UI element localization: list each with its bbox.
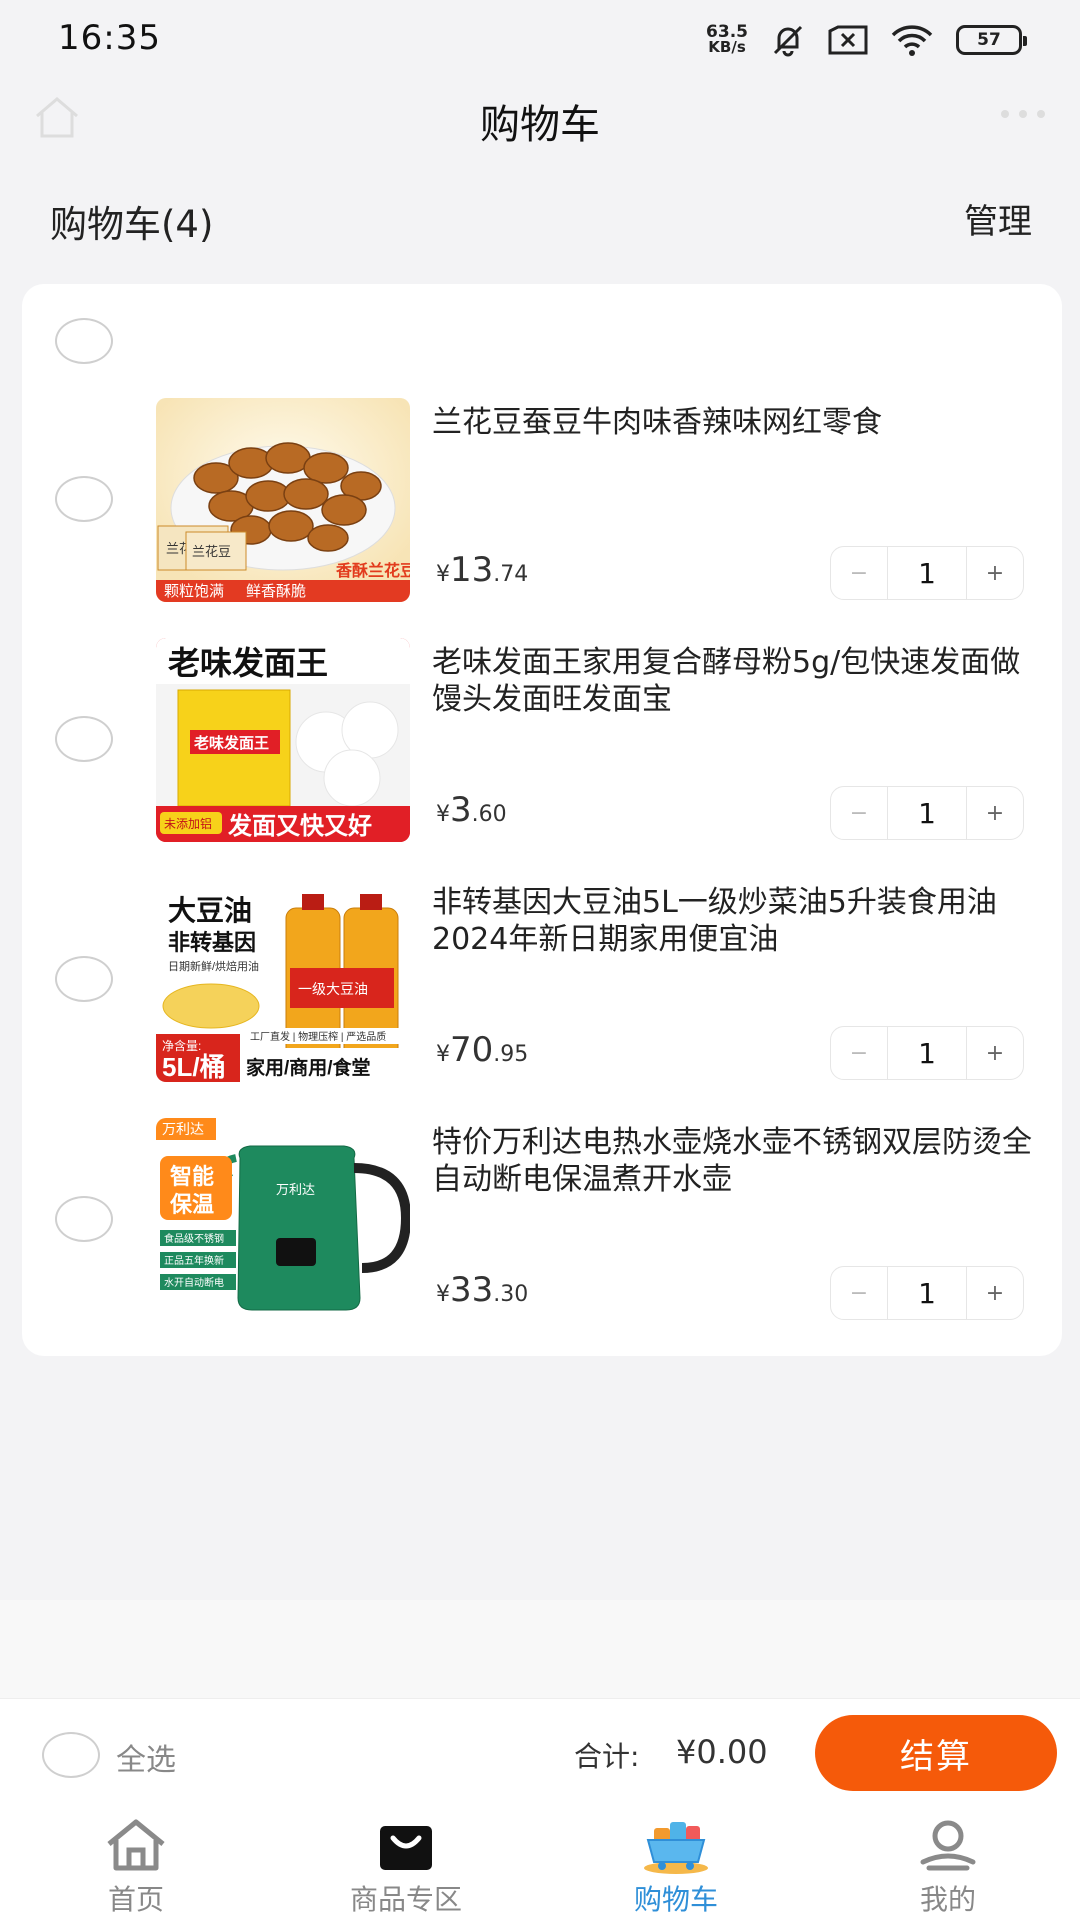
cart-header: 购物车(4) 管理 bbox=[0, 190, 1080, 250]
quantity-stepper: − 1 + bbox=[830, 786, 1024, 840]
svg-text:水开自动断电: 水开自动断电 bbox=[164, 1276, 224, 1289]
status-bar: 16:35 63.5 KB/s 57 bbox=[0, 0, 1080, 78]
tab-home[interactable]: 首页 bbox=[36, 1810, 236, 1920]
quantity-stepper: − 1 + bbox=[830, 1026, 1024, 1080]
product-image[interactable]: 兰花豆 兰花豆 香酥兰花豆 颗粒饱满 鲜香酥脆 bbox=[156, 398, 410, 602]
cart-item: 兰花豆 兰花豆 香酥兰花豆 颗粒饱满 鲜香酥脆 兰花豆蚕豆牛肉味香辣味网红零食 … bbox=[22, 398, 1062, 608]
quantity-value[interactable]: 1 bbox=[887, 547, 967, 599]
shop-select-checkbox[interactable] bbox=[55, 318, 113, 364]
more-icon[interactable] bbox=[998, 108, 1048, 120]
svg-text:老味发面王: 老味发面王 bbox=[193, 734, 269, 752]
svg-text:家用/商用/食堂: 家用/商用/食堂 bbox=[246, 1056, 371, 1079]
svg-text:万利达: 万利达 bbox=[276, 1182, 315, 1197]
product-image[interactable]: 大豆油 非转基因 日期新鲜/烘焙用油 一级大豆油 工厂直发 | 物理压榨 | 严… bbox=[156, 878, 410, 1082]
svg-text:保温: 保温 bbox=[169, 1192, 214, 1217]
tab-products[interactable]: 商品专区 bbox=[306, 1810, 506, 1920]
svg-text:净含量:: 净含量: bbox=[162, 1038, 201, 1053]
tab-label: 首页 bbox=[107, 1883, 164, 1916]
item-select-checkbox[interactable] bbox=[55, 716, 113, 762]
decrease-button[interactable]: − bbox=[831, 1027, 887, 1079]
total-value: ¥0.00 bbox=[676, 1733, 768, 1771]
tab-label: 商品专区 bbox=[349, 1883, 462, 1916]
svg-text:正品五年换新: 正品五年换新 bbox=[164, 1254, 224, 1267]
increase-button[interactable]: + bbox=[967, 1027, 1023, 1079]
product-name[interactable]: 老味发面王家用复合酵母粉5g/包快速发面做馒头发面旺发面宝 bbox=[432, 644, 1042, 718]
svg-text:颗粒饱满: 颗粒饱满 bbox=[164, 583, 224, 600]
svg-text:兰花豆: 兰花豆 bbox=[192, 544, 231, 559]
shopping-bag-icon bbox=[380, 1826, 432, 1870]
decrease-button[interactable]: − bbox=[831, 1267, 887, 1319]
product-price: ¥3.60 bbox=[436, 790, 507, 830]
product-price: ¥70.95 bbox=[436, 1030, 529, 1070]
cart-item: 大豆油 非转基因 日期新鲜/烘焙用油 一级大豆油 工厂直发 | 物理压榨 | 严… bbox=[22, 878, 1062, 1088]
svg-text:5L/桶: 5L/桶 bbox=[162, 1052, 226, 1082]
status-time: 16:35 bbox=[58, 18, 161, 58]
bottom-tab-bar: 首页 商品专区 购物车 我的 bbox=[0, 1810, 1080, 1920]
battery-indicator: 57 bbox=[956, 25, 1027, 55]
select-all-label[interactable]: 全选 bbox=[116, 1735, 176, 1779]
wifi-icon bbox=[891, 25, 933, 56]
increase-button[interactable]: + bbox=[967, 547, 1023, 599]
product-image[interactable]: 万利达 万利达 智能 保温 食品级不锈钢 正品五年换新 水开自动断电 bbox=[156, 1118, 410, 1322]
checkout-button[interactable]: 结算 bbox=[815, 1715, 1057, 1791]
svg-text:食品级不锈钢: 食品级不锈钢 bbox=[164, 1232, 224, 1245]
quantity-value[interactable]: 1 bbox=[887, 1267, 967, 1319]
product-image[interactable]: 老味发面王 老味发面王 未添加铝 发面又快又好 bbox=[156, 638, 410, 842]
tab-profile[interactable]: 我的 bbox=[848, 1810, 1048, 1920]
cart-card: 兰花豆 兰花豆 香酥兰花豆 颗粒饱满 鲜香酥脆 兰花豆蚕豆牛肉味香辣味网红零食 … bbox=[22, 284, 1062, 1356]
svg-text:非转基因: 非转基因 bbox=[168, 930, 256, 955]
manage-button[interactable]: 管理 bbox=[964, 194, 1032, 243]
quantity-value[interactable]: 1 bbox=[887, 1027, 967, 1079]
decrease-button[interactable]: − bbox=[831, 547, 887, 599]
content-spacer bbox=[0, 1600, 1080, 1698]
total-label: 合计: bbox=[574, 1740, 640, 1773]
increase-button[interactable]: + bbox=[967, 1267, 1023, 1319]
decrease-button[interactable]: − bbox=[831, 787, 887, 839]
item-select-checkbox[interactable] bbox=[55, 956, 113, 1002]
svg-text:未添加铝: 未添加铝 bbox=[164, 816, 212, 831]
select-all-checkbox[interactable] bbox=[42, 1732, 100, 1778]
product-name[interactable]: 特价万利达电热水壶烧水壶不锈钢双层防烫全自动断电保温煮开水壶 bbox=[432, 1124, 1042, 1198]
quantity-stepper: − 1 + bbox=[830, 1266, 1024, 1320]
svg-text:鲜香酥脆: 鲜香酥脆 bbox=[246, 582, 306, 600]
header: 购物车 bbox=[0, 78, 1080, 188]
profile-icon bbox=[920, 1820, 976, 1871]
item-select-checkbox[interactable] bbox=[55, 1196, 113, 1242]
svg-text:万利达: 万利达 bbox=[162, 1121, 204, 1137]
checkout-bar: 全选 合计: ¥0.00 结算 bbox=[0, 1698, 1080, 1810]
status-icons: 63.5 KB/s 57 bbox=[706, 20, 1027, 60]
sim-x-icon bbox=[828, 25, 868, 55]
bell-mute-icon bbox=[773, 25, 803, 57]
quantity-stepper: − 1 + bbox=[830, 546, 1024, 600]
tab-label: 购物车 bbox=[633, 1883, 718, 1916]
svg-text:香酥兰花豆: 香酥兰花豆 bbox=[335, 561, 410, 580]
product-name[interactable]: 非转基因大豆油5L一级炒菜油5升装食用油2024年新日期家用便宜油 bbox=[432, 884, 1042, 958]
cart-item: 万利达 万利达 智能 保温 食品级不锈钢 正品五年换新 水开自动断电 特价万利达… bbox=[22, 1118, 1062, 1328]
tab-cart[interactable]: 购物车 bbox=[576, 1810, 776, 1920]
cart-count: 购物车(4) bbox=[50, 203, 214, 246]
net-speed: 63.5 KB/s bbox=[706, 22, 748, 56]
svg-text:一级大豆油: 一级大豆油 bbox=[298, 981, 368, 997]
cart-item: 老味发面王 老味发面王 未添加铝 发面又快又好 老味发面王家用复合酵母粉5g/包… bbox=[22, 638, 1062, 848]
svg-text:大豆油: 大豆油 bbox=[168, 895, 252, 926]
tab-label: 我的 bbox=[919, 1883, 976, 1916]
product-price: ¥13.74 bbox=[436, 550, 529, 590]
quantity-value[interactable]: 1 bbox=[887, 787, 967, 839]
product-name[interactable]: 兰花豆蚕豆牛肉味香辣味网红零食 bbox=[432, 404, 1042, 441]
svg-text:智能: 智能 bbox=[170, 1164, 214, 1189]
svg-text:发面又快又好: 发面又快又好 bbox=[227, 812, 372, 840]
home-icon bbox=[107, 1819, 165, 1871]
cart-icon bbox=[644, 1822, 708, 1874]
svg-text:老味发面王: 老味发面王 bbox=[168, 645, 328, 681]
page-title: 购物车 bbox=[480, 102, 600, 148]
item-select-checkbox[interactable] bbox=[55, 476, 113, 522]
svg-text:日期新鲜/烘焙用油: 日期新鲜/烘焙用油 bbox=[168, 959, 259, 973]
increase-button[interactable]: + bbox=[967, 787, 1023, 839]
svg-text:工厂直发 | 物理压榨 | 严选品质: 工厂直发 | 物理压榨 | 严选品质 bbox=[250, 1030, 386, 1043]
product-price: ¥33.30 bbox=[436, 1270, 529, 1310]
